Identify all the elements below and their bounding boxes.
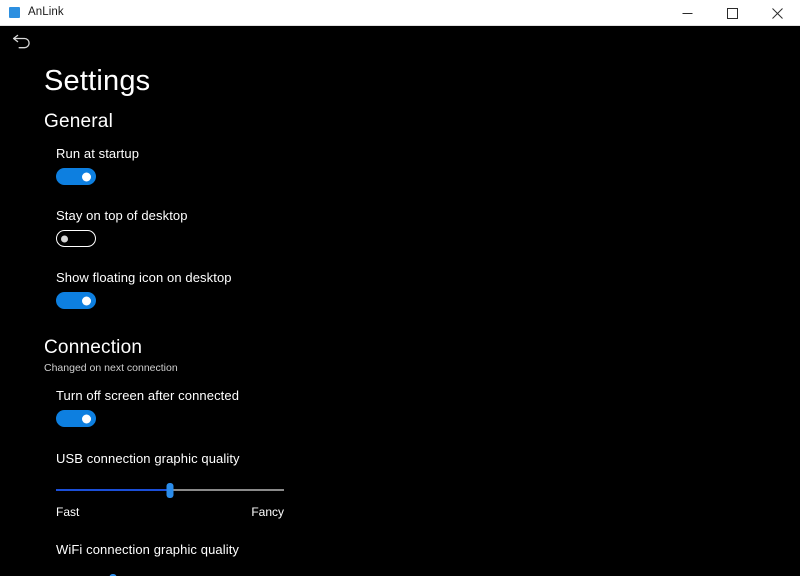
setting-run-at-startup: Run at startup [56,145,800,185]
page-title: Settings [44,65,151,97]
slider-fill [56,489,170,491]
close-button[interactable] [755,0,800,26]
setting-stay-on-top: Stay on top of desktop [56,207,800,247]
setting-label-stay-on-top: Stay on top of desktop [56,208,188,223]
window-controls [665,0,800,25]
settings-content: Settings General Run at startup Stay on … [0,60,800,576]
slider-thumb[interactable] [166,483,174,498]
toggle-knob [82,296,91,305]
setting-label-turn-off-screen: Turn off screen after connected [56,388,240,403]
setting-show-floating-icon: Show floating icon on desktop [56,269,800,309]
toggle-knob [82,172,91,181]
slider-min-label: Fast [56,505,80,519]
back-bar [0,26,800,60]
minimize-icon [682,8,693,19]
section-note-connection: Changed on next connection [44,362,178,374]
toggle-turn-off-screen[interactable] [56,410,96,427]
slider-usb-end-labels: Fast Fancy [56,504,284,520]
toggle-knob [82,414,91,423]
section-title-general: General [44,111,113,132]
slider-max-label: Fancy [251,505,284,519]
title-bar-left: AnLink [0,5,64,19]
maximize-button[interactable] [710,0,755,26]
setting-usb-quality: USB connection graphic quality Fast Fanc… [56,450,800,520]
app-square-icon [9,7,20,18]
maximize-icon [727,7,738,19]
close-icon [772,7,783,19]
back-button[interactable] [6,28,38,58]
toggle-knob [61,235,68,242]
title-bar: AnLink [0,0,800,26]
general-settings-group: Run at startup Stay on top of desktop Sh… [56,145,800,309]
setting-label-show-floating-icon: Show floating icon on desktop [56,270,232,285]
anlink-window: AnLink Settings General Run at startup S… [0,0,800,576]
toggle-show-floating-icon[interactable] [56,292,96,309]
toggle-stay-on-top[interactable] [56,230,96,247]
minimize-button[interactable] [665,0,710,26]
toggle-run-at-startup[interactable] [56,168,96,185]
setting-label-usb-quality: USB connection graphic quality [56,451,240,466]
slider-usb-quality[interactable] [56,481,284,499]
section-general: General Run at startup Stay on top of de… [0,109,800,309]
setting-wifi-quality: WiFi connection graphic quality Fast Fan… [56,541,800,576]
back-arrow-icon [11,33,33,53]
slider-wifi-quality[interactable] [56,572,284,576]
section-connection: Connection Changed on next connection Tu… [0,335,800,576]
section-title-connection: Connection [44,337,143,358]
setting-label-run-at-startup: Run at startup [56,146,140,161]
window-title: AnLink [28,5,64,18]
setting-turn-off-screen: Turn off screen after connected [56,387,800,427]
connection-settings-group: Turn off screen after connected USB conn… [56,387,800,576]
setting-label-wifi-quality: WiFi connection graphic quality [56,542,240,557]
